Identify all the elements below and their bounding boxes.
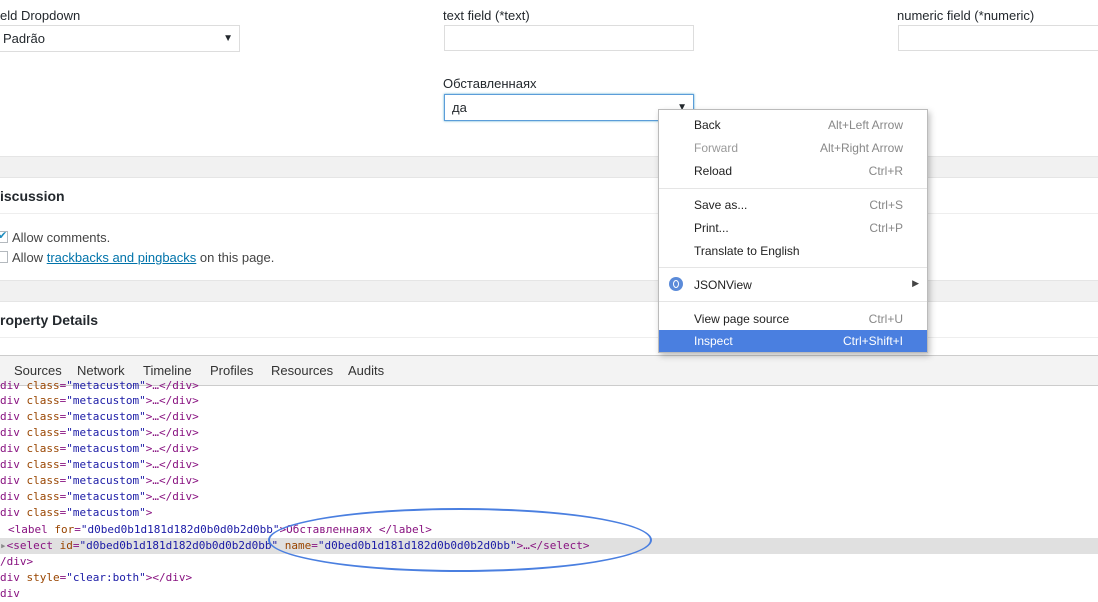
chevron-down-icon: ▼ [223,33,233,44]
allow-comments-label: Allow comments. [12,230,111,245]
code-line-div-style[interactable]: div style="clear:both"></div> [0,570,192,586]
highlight-ellipse [268,508,652,572]
code-line-metacustom[interactable]: div class="metacustom">…</div> [0,457,199,473]
discussion-title: iscussion [0,188,65,204]
id-attr: id [59,539,73,552]
code-line-metacustom[interactable]: div class="metacustom">…</div> [0,473,199,489]
label-id: "d0bed0b1d181d182d0b0d0b2d0bb" [80,523,280,536]
menu-item-reload[interactable]: Reload Ctrl+R [659,160,927,182]
allow-comments-checkbox[interactable]: ✔ [0,230,8,243]
menu-item-translate[interactable]: Translate to English [659,240,927,262]
field-dropdown-value: Padrão [3,31,45,46]
obst-label: Обставленнаях [443,76,537,91]
field-dropdown-label: eld Dropdown [0,8,81,23]
jsonview-icon [669,277,683,291]
menu-item-view-source[interactable]: View page source Ctrl+U [659,308,927,330]
menu-separator [659,301,927,302]
menu-item-jsonview[interactable]: JSONView ▶ [659,274,927,296]
text-field-label: text field (*text) [443,8,530,23]
select-tag: <select [6,539,53,552]
property-details-title: roperty Details [0,312,99,328]
menu-item-save-as[interactable]: Save as... Ctrl+S [659,194,927,216]
tab-sources[interactable]: Sources [14,363,62,378]
allow-trackbacks-label: Allow trackbacks and pingbacks on this p… [12,250,274,265]
numeric-field-label: numeric field (*numeric) [897,8,1035,23]
tab-audits[interactable]: Audits [348,363,384,378]
numeric-field-input[interactable] [898,25,1098,51]
code-line-div-close[interactable]: /div> [0,554,33,570]
checkmark-icon: ✔ [0,230,8,242]
menu-separator [659,188,927,189]
tab-profiles[interactable]: Profiles [210,363,253,378]
section-gap [0,280,1098,302]
menu-item-print[interactable]: Print... Ctrl+P [659,217,927,239]
menu-separator [659,267,927,268]
code-line-metacustom[interactable]: div class="metacustom">…</div> [0,425,199,441]
tab-network[interactable]: Network [77,363,125,378]
code-line-metacustom[interactable]: div class="metacustom">…</div> [0,489,199,505]
obst-value: да [452,100,467,115]
tab-timeline[interactable]: Timeline [143,363,192,378]
menu-item-back[interactable]: Back Alt+Left Arrow [659,114,927,136]
code-line-metacustom[interactable]: div class="metacustom">…</div> [0,441,199,457]
divider [0,337,1098,338]
field-dropdown-select[interactable]: Padrão ▼ [0,25,240,52]
context-menu: Back Alt+Left Arrow Forward Alt+Right Ar… [658,109,928,353]
code-line-metacustom[interactable]: div class="metacustom">…</div> [0,409,199,425]
allow-trackbacks-checkbox[interactable] [0,251,8,263]
divider [0,213,1098,214]
menu-item-inspect[interactable]: Inspect Ctrl+Shift+I [659,330,927,352]
obst-select[interactable]: да ▼ [444,94,694,121]
code-line-partial[interactable]: div [0,586,20,602]
tab-resources[interactable]: Resources [271,363,333,378]
menu-item-forward[interactable]: Forward Alt+Right Arrow [659,137,927,159]
submenu-arrow-icon: ▶ [912,278,919,288]
text-field-input[interactable] [444,25,694,51]
code-line-metacustom-partial[interactable]: div class="metacustom">…</div> [0,378,199,394]
code-line-metacustom[interactable]: div class="metacustom"> [0,505,152,521]
allow-prefix: Allow [12,250,44,265]
section-gap [0,156,1098,178]
for-attr: for [54,523,75,536]
allow-suffix: on this page. [199,250,275,265]
code-line-metacustom[interactable]: div class="metacustom">…</div> [0,393,199,409]
select-id: "d0bed0b1d181d182d0b0d0b2d0bb" [79,539,279,552]
trackbacks-link[interactable]: trackbacks and pingbacks [47,250,197,265]
label-tag: <label [8,523,48,536]
